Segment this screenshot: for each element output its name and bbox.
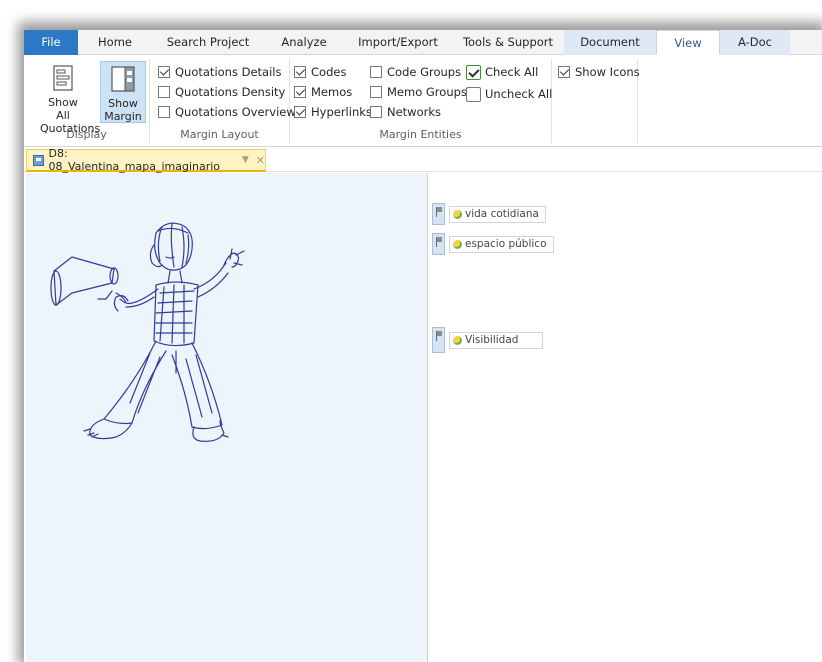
code-label[interactable]: espacio público	[449, 235, 554, 253]
show-all-quotations-button[interactable]: Show All Quotations	[40, 61, 100, 135]
document-page[interactable]	[26, 173, 428, 662]
checkbox-icon	[370, 106, 382, 118]
tab-analyze[interactable]: Analyze	[264, 30, 344, 55]
code-groups-checkbox[interactable]: Code Groups	[370, 63, 461, 81]
memo-groups-checkbox[interactable]: Memo Groups	[370, 83, 467, 101]
memo-groups-label: Memo Groups	[387, 85, 467, 99]
tab-home[interactable]: Home	[78, 30, 152, 55]
check-all-icon	[466, 64, 481, 80]
tab-document[interactable]: Document	[564, 30, 656, 55]
margin-entities-group: Codes Memos Hyperlinks Code Groups Memo …	[290, 59, 552, 143]
checkbox-icon	[158, 86, 170, 98]
code-label[interactable]: Visibilidad	[449, 331, 543, 349]
hyperlinks-label: Hyperlinks	[311, 105, 372, 119]
document-tab[interactable]: D8: 08_Valentina_mapa_imaginario ▼ ✕	[26, 147, 266, 173]
quotations-details-checkbox[interactable]: Quotations Details	[158, 63, 281, 81]
tab-file[interactable]: File	[24, 30, 78, 55]
checkbox-icon	[370, 86, 382, 98]
quotation-bar[interactable]	[432, 203, 445, 225]
show-icons-checkbox[interactable]: Show Icons	[558, 63, 640, 81]
memos-checkbox[interactable]: Memos	[294, 83, 352, 101]
margin-layout-group: Quotations Details Quotations Density Qu…	[150, 59, 296, 143]
uncheck-all-icon	[466, 86, 481, 102]
codes-label: Codes	[311, 65, 347, 79]
code-groups-label: Code Groups	[387, 65, 462, 79]
margin-area: vida cotidiana espacio público Visibilid…	[429, 173, 822, 662]
quotations-overview-checkbox[interactable]: Quotations Overview	[158, 103, 296, 121]
code-icon	[453, 239, 462, 249]
memos-label: Memos	[311, 85, 353, 99]
networks-label: Networks	[387, 105, 442, 119]
codes-checkbox[interactable]: Codes	[294, 63, 346, 81]
margin-code-item[interactable]: espacio público	[432, 233, 554, 255]
code-name: vida cotidiana	[465, 208, 539, 220]
check-all-label: Check All	[485, 65, 539, 79]
checkbox-icon	[158, 106, 170, 118]
margin-icon	[111, 66, 135, 92]
quotation-bar[interactable]	[432, 327, 445, 353]
networks-checkbox[interactable]: Networks	[370, 103, 441, 121]
close-icon[interactable]: ✕	[256, 154, 265, 167]
hand-drawn-sketch	[50, 222, 245, 442]
code-icon	[453, 335, 462, 345]
checkmark-icon	[294, 66, 306, 78]
atlas-window: File Home Search Project Analyze Import/…	[24, 30, 822, 662]
quotations-density-checkbox[interactable]: Quotations Density	[158, 83, 285, 101]
document-tab-strip: D8: 08_Valentina_mapa_imaginario ▼ ✕	[24, 147, 822, 173]
flag-icon	[435, 207, 442, 217]
show-icons-label: Show Icons	[575, 65, 640, 79]
flag-icon	[435, 331, 442, 341]
code-icon	[453, 209, 462, 219]
tab-import-export[interactable]: Import/Export	[344, 30, 452, 55]
margin-entities-group-label: Margin Entities	[379, 128, 462, 141]
uncheck-all-label: Uncheck All	[485, 87, 553, 101]
uncheck-all-button[interactable]: Uncheck All	[466, 85, 552, 103]
chevron-down-icon[interactable]: ▼	[242, 155, 249, 165]
quotations-list-icon	[53, 65, 73, 91]
checkmark-icon	[558, 66, 570, 78]
margin-code-item[interactable]: vida cotidiana	[432, 203, 546, 225]
ribbon-tabs: File Home Search Project Analyze Import/…	[24, 30, 822, 55]
margin-code-item[interactable]: Visibilidad	[432, 327, 543, 353]
image-document-icon	[33, 154, 44, 166]
show-icons-group: Show Icons	[552, 59, 640, 143]
display-group: Show All Quotations Show Margin Display	[24, 59, 150, 143]
quotation-bar[interactable]	[432, 233, 445, 255]
ribbon-panel: Show All Quotations Show Margin Display …	[24, 55, 822, 147]
checkmark-icon	[158, 66, 170, 78]
code-label[interactable]: vida cotidiana	[449, 205, 546, 223]
margin-layout-group-label: Margin Layout	[180, 128, 259, 141]
check-all-button[interactable]: Check All	[466, 63, 538, 81]
tab-tools-support[interactable]: Tools & Support	[452, 30, 564, 55]
checkmark-icon	[294, 86, 306, 98]
quotations-density-label: Quotations Density	[175, 85, 286, 99]
code-name: Visibilidad	[465, 334, 519, 346]
tab-a-doc[interactable]: A-Doc	[720, 30, 790, 55]
hyperlinks-checkbox[interactable]: Hyperlinks	[294, 103, 372, 121]
code-name: espacio público	[465, 238, 547, 250]
document-tab-title: D8: 08_Valentina_mapa_imaginario	[48, 147, 221, 173]
display-group-label: Display	[66, 128, 107, 141]
tab-view[interactable]: View	[656, 30, 720, 55]
quotations-details-label: Quotations Details	[175, 65, 282, 79]
checkmark-icon	[294, 106, 306, 118]
tab-search-project[interactable]: Search Project	[152, 30, 264, 55]
flag-icon	[435, 237, 442, 247]
checkbox-icon	[370, 66, 382, 78]
show-margin-label: Show Margin	[104, 97, 142, 123]
quotations-overview-label: Quotations Overview	[175, 105, 296, 119]
show-margin-button[interactable]: Show Margin	[100, 61, 146, 123]
